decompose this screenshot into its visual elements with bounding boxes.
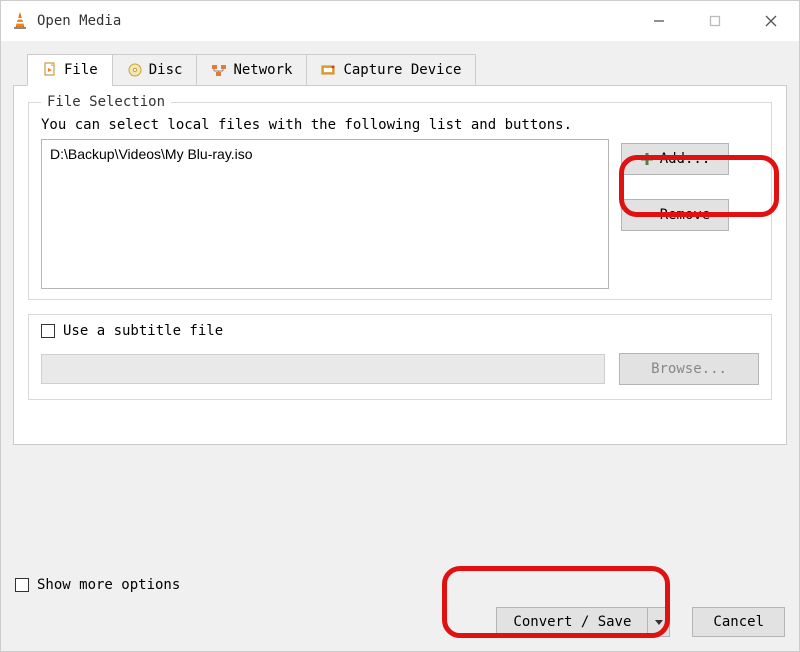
file-panel: File Selection You can select local file… <box>13 85 787 445</box>
file-buttons: Add... Remove <box>621 143 729 231</box>
plus-icon <box>640 152 654 166</box>
titlebar: Open Media <box>1 1 799 41</box>
browse-button[interactable]: Browse... <box>619 353 759 385</box>
tab-capture[interactable]: Capture Device <box>306 54 476 86</box>
more-options-label: Show more options <box>37 577 180 593</box>
cancel-button[interactable]: Cancel <box>692 607 785 637</box>
chevron-down-icon <box>654 617 664 627</box>
content-area: File Disc Network Capture Device <box>1 41 799 651</box>
subtitle-check-row: Use a subtitle file <box>41 323 759 339</box>
cancel-label: Cancel <box>713 614 764 630</box>
window-controls <box>631 1 799 41</box>
file-list[interactable]: D:\Backup\Videos\My Blu-ray.iso <box>41 139 609 289</box>
action-row: Convert / Save Cancel <box>15 607 785 637</box>
tab-file-label: File <box>64 62 98 78</box>
add-button[interactable]: Add... <box>621 143 729 175</box>
file-list-item[interactable]: D:\Backup\Videos\My Blu-ray.iso <box>50 146 600 162</box>
more-options-checkbox[interactable] <box>15 578 29 592</box>
convert-save-dropdown[interactable] <box>648 607 670 637</box>
maximize-button[interactable] <box>687 1 743 41</box>
subtitle-path-input <box>41 354 605 384</box>
tab-file[interactable]: File <box>27 54 113 86</box>
disc-icon <box>127 62 143 78</box>
close-button[interactable] <box>743 1 799 41</box>
add-label: Add... <box>660 151 711 167</box>
tab-network[interactable]: Network <box>196 54 307 86</box>
tabs: File Disc Network Capture Device <box>27 53 787 85</box>
file-selection-group: File Selection You can select local file… <box>28 102 772 300</box>
tab-capture-label: Capture Device <box>343 62 461 78</box>
subtitle-group: Use a subtitle file Browse... <box>28 314 772 400</box>
tab-network-label: Network <box>233 62 292 78</box>
window-title: Open Media <box>37 13 121 29</box>
subtitle-check-label: Use a subtitle file <box>63 323 223 339</box>
vlc-cone-icon <box>11 12 29 30</box>
file-row: D:\Backup\Videos\My Blu-ray.iso Add... <box>29 133 771 299</box>
bottom-area: Show more options Convert / Save Cancel <box>15 577 785 637</box>
remove-button[interactable]: Remove <box>621 199 729 231</box>
convert-save-button[interactable]: Convert / Save <box>496 607 670 637</box>
browse-label: Browse... <box>651 361 727 377</box>
titlebar-title: Open Media <box>11 12 121 30</box>
minus-icon <box>640 208 654 222</box>
group-title: File Selection <box>41 94 171 110</box>
network-icon <box>211 62 227 78</box>
more-options-row: Show more options <box>15 577 785 593</box>
open-media-window: Open Media File <box>0 0 800 652</box>
capture-icon <box>321 62 337 78</box>
subtitle-checkbox[interactable] <box>41 324 55 338</box>
minimize-button[interactable] <box>631 1 687 41</box>
file-icon <box>42 62 58 78</box>
subtitle-path-row: Browse... <box>41 353 759 385</box>
tab-disc-label: Disc <box>149 62 183 78</box>
convert-save-label: Convert / Save <box>513 614 631 630</box>
remove-label: Remove <box>660 207 711 223</box>
tab-disc[interactable]: Disc <box>112 54 198 86</box>
convert-save-main[interactable]: Convert / Save <box>496 607 648 637</box>
